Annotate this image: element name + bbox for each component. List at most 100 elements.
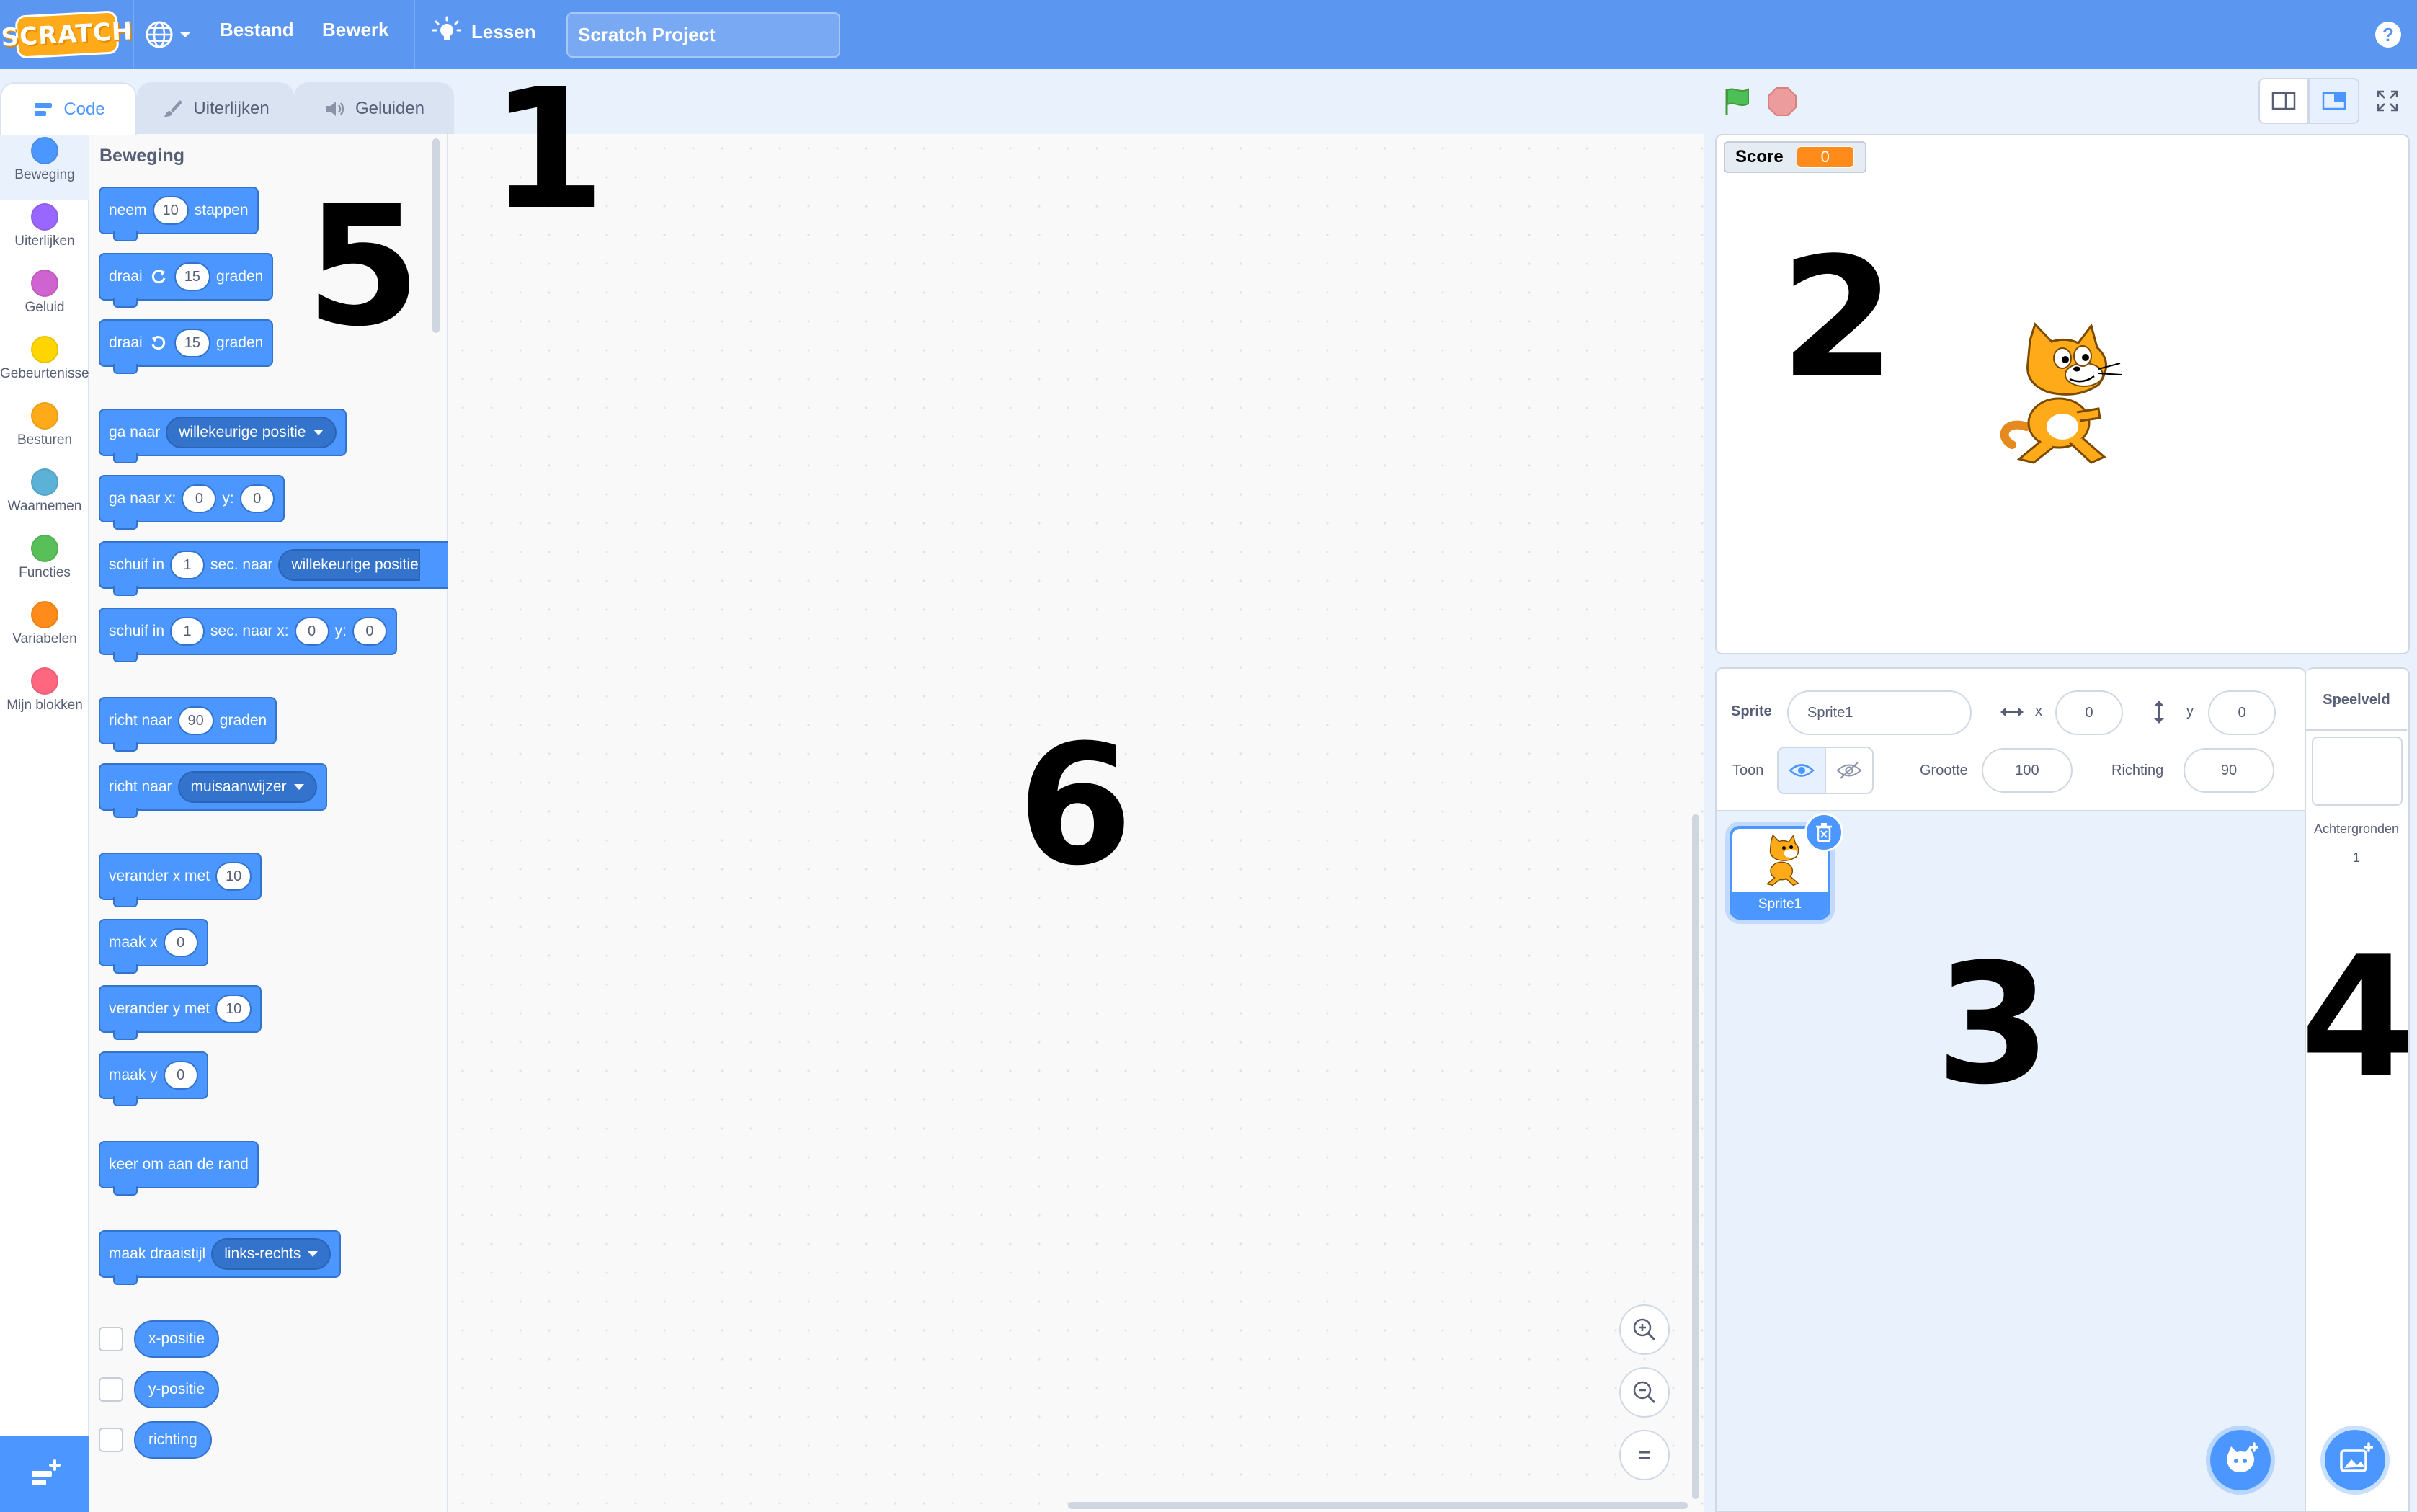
trash-icon bbox=[1816, 823, 1832, 842]
block-go-to-xy[interactable]: ga naar x: 0 y: 0 bbox=[99, 475, 285, 530]
category-operators[interactable]: Functies bbox=[0, 532, 89, 598]
hide-sprite-button[interactable] bbox=[1825, 747, 1874, 794]
language-menu[interactable] bbox=[144, 17, 199, 52]
reporter-checkbox[interactable] bbox=[99, 1428, 123, 1452]
show-sprite-button[interactable] bbox=[1777, 747, 1826, 794]
block-set-x[interactable]: maak x 0 bbox=[99, 919, 208, 974]
block-glide-to[interactable]: schuif in 1 sec. naar willekeurige posit… bbox=[99, 541, 448, 596]
block-dropdown[interactable]: muisaanwijzer bbox=[177, 771, 317, 803]
menu-divider bbox=[414, 0, 415, 69]
category-control[interactable]: Besturen bbox=[0, 399, 89, 466]
block-input[interactable]: 0 bbox=[352, 617, 387, 646]
cat-sprite-icon[interactable] bbox=[1990, 319, 2135, 470]
rotate-left-icon bbox=[151, 336, 165, 350]
add-extension-button[interactable] bbox=[0, 1436, 89, 1512]
workspace-vertical-scrollbar[interactable] bbox=[1692, 814, 1699, 1499]
block-dropdown[interactable]: willekeurige positie bbox=[278, 549, 420, 581]
category-events-dot bbox=[31, 336, 58, 363]
reporter-checkbox[interactable] bbox=[99, 1377, 123, 1402]
block-change-y[interactable]: verander y met 10 bbox=[99, 985, 262, 1040]
tab-sounds[interactable]: Geluiden bbox=[294, 82, 454, 134]
block-input[interactable]: 15 bbox=[174, 262, 210, 291]
block-turn-left[interactable]: draai 15 graden bbox=[99, 319, 274, 374]
category-variables[interactable]: Variabelen bbox=[0, 598, 89, 664]
zoom-reset-button[interactable] bbox=[1619, 1430, 1670, 1480]
category-sound[interactable]: Geluid bbox=[0, 267, 89, 333]
block-input[interactable]: 10 bbox=[215, 862, 252, 891]
zoom-out-button[interactable] bbox=[1619, 1367, 1670, 1418]
monitor-label: Score bbox=[1735, 147, 1784, 166]
category-motion[interactable]: Beweging bbox=[0, 134, 89, 200]
edit-menu[interactable]: Bewerk bbox=[322, 19, 389, 41]
annotation-6: 6 bbox=[1018, 710, 1134, 902]
sprite-name-input[interactable] bbox=[1787, 690, 1972, 735]
help-icon[interactable]: ? bbox=[2375, 22, 2401, 48]
category-my-blocks[interactable]: Mijn blokken bbox=[0, 664, 89, 731]
choose-backdrop-button[interactable] bbox=[2320, 1426, 2390, 1495]
show-label: Toon bbox=[1732, 762, 1764, 778]
block-set-y[interactable]: maak y 0 bbox=[99, 1051, 208, 1106]
category-looks[interactable]: Uiterlijken bbox=[0, 200, 89, 267]
tab-costumes[interactable]: Uiterlijken bbox=[137, 82, 294, 134]
x-position-input[interactable] bbox=[2055, 690, 2123, 735]
category-label: Variabelen bbox=[12, 631, 77, 646]
palette-scrollbar[interactable] bbox=[432, 138, 440, 333]
zoom-in-button[interactable] bbox=[1619, 1304, 1670, 1355]
block-input[interactable]: 1 bbox=[170, 617, 205, 646]
block-input[interactable]: 0 bbox=[239, 484, 275, 513]
category-events[interactable]: Gebeurtenissen bbox=[0, 333, 89, 399]
reporter-direction[interactable]: richting bbox=[134, 1421, 212, 1459]
block-text: verander y met bbox=[109, 1000, 210, 1017]
block-dropdown[interactable]: willekeurige positie bbox=[166, 417, 337, 448]
add-backdrop-icon bbox=[2340, 1442, 2373, 1472]
scratch-logo[interactable]: SCRATCH bbox=[1, 10, 133, 59]
category-label: Besturen bbox=[17, 432, 73, 448]
fullscreen-button[interactable] bbox=[2362, 78, 2413, 124]
block-input[interactable]: 1 bbox=[170, 551, 205, 579]
dropdown-value: willekeurige positie bbox=[291, 556, 419, 573]
block-go-to[interactable]: ga naar willekeurige positie bbox=[99, 409, 347, 463]
block-text: sec. naar x: bbox=[210, 623, 289, 639]
block-text: ga naar x: bbox=[109, 490, 177, 507]
direction-input[interactable] bbox=[2184, 748, 2274, 793]
block-point-in-direction[interactable]: richt naar 90 graden bbox=[99, 697, 277, 752]
project-title-input[interactable] bbox=[566, 12, 840, 58]
delete-sprite-button[interactable] bbox=[1804, 813, 1843, 852]
block-turn-right[interactable]: draai 15 graden bbox=[99, 253, 274, 308]
block-input[interactable]: 90 bbox=[177, 706, 214, 735]
block-glide-to-xy[interactable]: schuif in 1 sec. naar x: 0 y: 0 bbox=[99, 608, 397, 662]
reporter-x-position[interactable]: x-positie bbox=[134, 1320, 220, 1358]
zoom-out-icon bbox=[1633, 1381, 1656, 1404]
block-input[interactable]: 10 bbox=[215, 995, 252, 1023]
block-input[interactable]: 0 bbox=[182, 484, 217, 513]
normal-stage-button[interactable] bbox=[2309, 78, 2359, 124]
block-input[interactable]: 0 bbox=[294, 617, 329, 646]
green-flag-icon[interactable] bbox=[1721, 85, 1754, 118]
block-point-towards[interactable]: richt naar muisaanwijzer bbox=[99, 763, 327, 818]
block-dropdown[interactable]: links-rechts bbox=[211, 1238, 331, 1270]
block-input[interactable]: 10 bbox=[152, 196, 189, 225]
block-input[interactable]: 15 bbox=[174, 329, 210, 357]
choose-sprite-button[interactable] bbox=[2206, 1426, 2275, 1495]
tab-code[interactable]: Code bbox=[0, 82, 137, 135]
block-set-rotation-style[interactable]: maak draaistijl links-rechts bbox=[99, 1230, 342, 1285]
reporter-y-position[interactable]: y-positie bbox=[134, 1371, 220, 1408]
block-text: graden bbox=[215, 334, 264, 351]
category-sensing[interactable]: Waarnemen bbox=[0, 466, 89, 532]
small-stage-icon bbox=[2271, 92, 2296, 110]
vertical-arrows-icon bbox=[2154, 701, 2164, 724]
size-input[interactable] bbox=[1982, 748, 2073, 793]
workspace-horizontal-scrollbar[interactable] bbox=[1068, 1502, 1688, 1509]
file-menu[interactable]: Bestand bbox=[220, 19, 294, 41]
block-move-steps[interactable]: neem 10 stappen bbox=[99, 187, 259, 241]
lessons-button[interactable]: Lessen bbox=[432, 16, 536, 48]
small-stage-button[interactable] bbox=[2258, 78, 2309, 124]
reporter-checkbox[interactable] bbox=[99, 1327, 123, 1351]
block-input[interactable]: 0 bbox=[163, 928, 198, 957]
block-input[interactable]: 0 bbox=[163, 1061, 198, 1090]
block-bounce-on-edge[interactable]: keer om aan de rand bbox=[99, 1141, 259, 1196]
y-position-input[interactable] bbox=[2208, 690, 2276, 735]
stop-icon[interactable] bbox=[1766, 85, 1799, 118]
stage-thumbnail[interactable] bbox=[2312, 737, 2403, 806]
block-change-x[interactable]: verander x met 10 bbox=[99, 853, 262, 907]
